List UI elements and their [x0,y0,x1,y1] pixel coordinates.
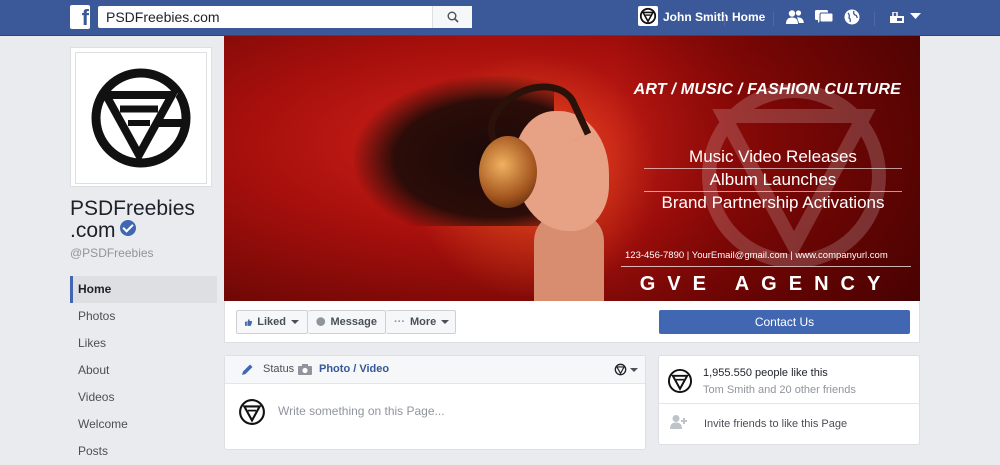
notifications-globe-icon[interactable] [844,9,860,25]
nav-item-likes[interactable]: Likes [70,330,217,357]
top-navigation-bar: f John Smith Home [0,0,1000,36]
more-button[interactable]: ··· More [386,310,456,334]
cover-headline: ART / MUSIC / FASHION CULTURE [633,81,901,98]
gve-logo-icon [91,68,191,168]
composer-tabs: Status Photo / Video [225,356,645,384]
page-action-bar: Liked Message ··· More Contact Us [224,301,920,343]
post-composer: Status Photo / Video Write something on … [224,355,646,450]
cover-service: Brand Partnership Activations [661,193,885,212]
divider [724,12,725,26]
nav-item-home[interactable]: Home [70,276,217,303]
headphone-icon [479,136,537,208]
more-dots-icon: ··· [394,316,405,328]
cover-service: Album Launches [644,169,902,192]
search-input[interactable] [98,6,428,28]
nav-item-photos[interactable]: Photos [70,303,217,330]
profile-picture-frame [75,52,207,184]
profile-picture[interactable] [70,47,212,187]
caret-down-icon [291,320,299,324]
likes-box: 1,955.550 people like this Tom Smith and… [658,355,921,445]
verified-badge-icon [119,220,136,236]
search-button[interactable] [432,6,472,28]
cover-services: Music Video Releases Album Launches Bran… [644,146,902,214]
chevron-down-icon[interactable] [910,13,921,20]
cover-photo[interactable]: ART / MUSIC / FASHION CULTURE Music Vide… [224,36,920,301]
divider [874,12,875,26]
gve-logo-icon [239,399,265,425]
cover-agency-name: GVE AGENCY [639,273,893,295]
nav-item-about[interactable]: About [70,357,217,384]
divider [659,403,921,404]
contact-us-button[interactable]: Contact Us [659,310,910,334]
friends-who-like[interactable]: Tom Smith and 20 other friends [703,384,856,396]
caret-down-icon[interactable] [630,368,638,372]
messenger-icon [316,317,326,326]
nav-item-posts[interactable]: Posts [70,438,217,465]
gve-logo-icon [667,368,693,394]
caret-down-icon [441,320,450,324]
message-label: Message [330,316,377,328]
page-title[interactable]: PSDFreebies .com [70,198,220,242]
invite-friends-link[interactable]: Invite friends to like this Page [704,418,847,430]
message-button[interactable]: Message [308,310,386,334]
divider [773,12,774,26]
like-count: 1,955.550 people like this [703,367,828,379]
page-name-line-1: PSDFreebies [70,197,195,220]
home-link[interactable]: Home [732,10,765,24]
composer-input-placeholder[interactable]: Write something on this Page... [278,404,445,418]
liked-label: Liked [257,316,286,328]
divider [621,266,911,267]
search-box[interactable] [98,6,472,28]
add-friend-icon [670,415,687,429]
tab-photo-video[interactable]: Photo / Video [319,363,389,375]
user-avatar[interactable] [638,6,658,26]
facebook-logo-icon[interactable]: f [70,5,90,30]
page-navigation: Home Photos Likes About Videos Welcome P… [70,276,217,465]
tab-status[interactable]: Status [263,363,294,375]
search-icon [447,11,459,23]
nav-item-videos[interactable]: Videos [70,384,217,411]
cover-contact-line: 123-456-7890 | YourEmail@gmail.com | www… [625,250,888,261]
more-label: More [410,316,437,328]
camera-icon [298,364,312,375]
thumbs-up-icon [245,318,253,326]
user-name-link[interactable]: John Smith [663,10,728,24]
privacy-shortcuts-icon[interactable] [890,12,904,23]
friend-requests-icon[interactable] [786,9,804,25]
messages-icon[interactable] [815,9,833,25]
liked-button[interactable]: Liked [236,310,308,334]
pencil-icon [242,364,253,375]
nav-item-welcome[interactable]: Welcome [70,411,217,438]
gve-logo-icon [639,7,657,25]
page-name-line-2: .com [70,219,116,242]
page-handle[interactable]: @PSDFreebies [70,246,154,260]
cover-service: Music Video Releases [644,146,902,169]
gve-logo-icon[interactable] [614,363,627,376]
